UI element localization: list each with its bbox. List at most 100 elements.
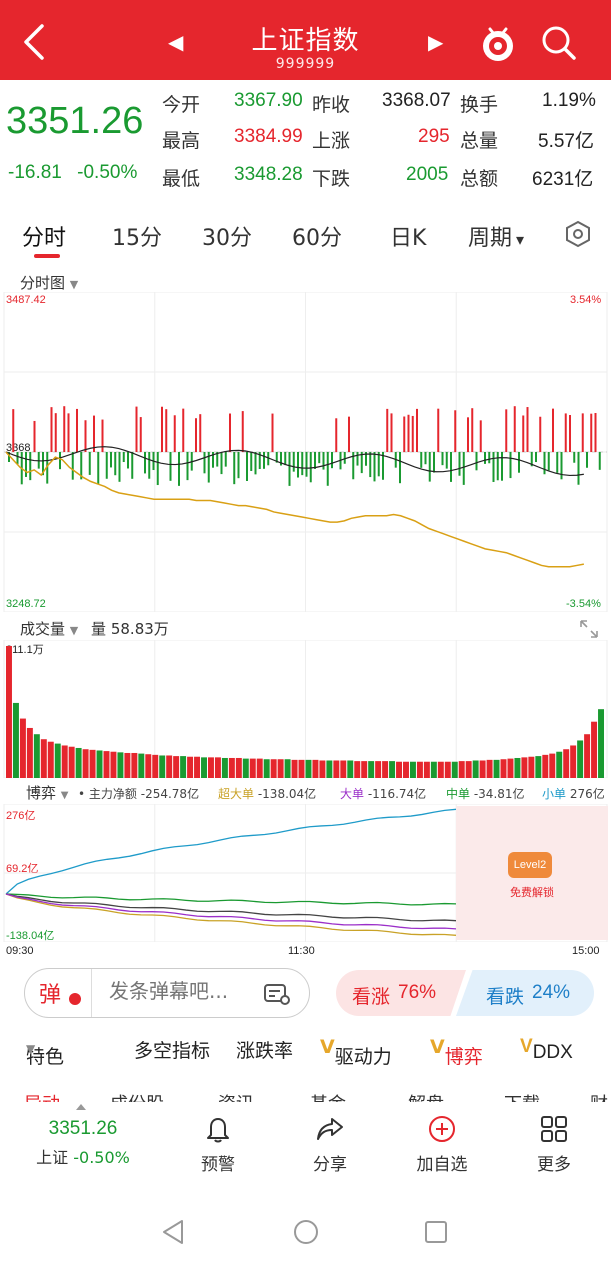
open-label: 今开 xyxy=(162,94,201,116)
caret-up-icon xyxy=(76,1104,86,1110)
sell-flow-bar xyxy=(122,452,125,463)
sell-flow-bar xyxy=(220,452,223,475)
volume-bar-up xyxy=(214,757,221,778)
tab-30min[interactable]: 30分 xyxy=(202,220,252,252)
sell-flow-bar xyxy=(263,452,265,469)
tab-60min[interactable]: 60分 xyxy=(292,220,342,252)
volume-bar-up xyxy=(124,752,131,778)
stock-code: 999999 xyxy=(275,56,336,72)
search-icon[interactable] xyxy=(540,24,578,62)
news-tab-anomaly[interactable]: 异动 xyxy=(24,1090,60,1102)
volume-bar-down xyxy=(577,740,584,778)
tab-15min[interactable]: 15分 xyxy=(112,220,162,252)
robot-assistant-icon[interactable] xyxy=(478,24,518,64)
volume-bar-up xyxy=(40,739,47,778)
danmu-input[interactable] xyxy=(109,979,259,1003)
volume-chart[interactable] xyxy=(0,640,611,778)
more-label: 更多 xyxy=(537,1155,571,1175)
sell-flow-bar xyxy=(326,452,329,486)
legend-large-value: -116.74亿 xyxy=(367,787,427,801)
legend-main-icon: • xyxy=(78,787,89,801)
nav-home-icon[interactable] xyxy=(292,1218,320,1246)
volume-bar-up xyxy=(403,761,409,778)
low-label: 最低 xyxy=(162,168,201,190)
indicator-long-short[interactable]: 多空指标 xyxy=(134,1036,210,1063)
decliners-label: 下跌 xyxy=(312,168,351,190)
v-icon: V xyxy=(320,1036,335,1058)
nav-back-icon[interactable] xyxy=(160,1218,188,1246)
alert-button[interactable]: 预警 xyxy=(178,1114,258,1175)
sell-flow-bar xyxy=(556,452,559,473)
volume-bar-up xyxy=(47,741,54,778)
mini-ticker[interactable]: 3351.26 上证 -0.50% xyxy=(28,1118,138,1168)
volume-bar-up xyxy=(298,759,305,778)
volume-bar-up xyxy=(173,756,180,778)
sell-flow-bar xyxy=(224,452,227,467)
buy-flow-bar xyxy=(552,408,554,452)
news-tab-analysis[interactable]: 解盘 xyxy=(408,1090,444,1102)
sell-flow-bar xyxy=(458,452,461,476)
vote-up-button[interactable]: 看涨 76% xyxy=(336,970,466,1016)
sell-flow-bar xyxy=(399,452,401,484)
legend-super-large-value: -138.04亿 xyxy=(257,787,317,801)
tab-period[interactable]: 周期 ▾ xyxy=(468,220,524,252)
sell-flow-bar xyxy=(586,452,588,468)
level2-badge: Level2 xyxy=(508,852,552,878)
share-button[interactable]: 分享 xyxy=(290,1114,370,1175)
legend-large: 大单 -116.74亿 xyxy=(340,785,426,802)
settings-hexagon-icon[interactable] xyxy=(564,220,592,248)
indicator-ddx-label: DDX xyxy=(532,1042,573,1063)
danmu-toggle-button[interactable]: 弹 xyxy=(39,977,61,1009)
sell-flow-bar xyxy=(186,452,189,481)
page-title: 上证指数 xyxy=(251,26,360,56)
intraday-chart-label[interactable]: 分时图 ▼ xyxy=(20,272,78,293)
volume-bar-up xyxy=(333,760,340,778)
news-tab-constituents[interactable]: 成份股 xyxy=(110,1090,164,1102)
flow-label[interactable]: 博弈 ▼ xyxy=(26,782,69,803)
buy-flow-bar xyxy=(139,417,142,452)
chevron-down-icon: ▼ xyxy=(69,624,79,637)
news-tab-funds[interactable]: 基金 xyxy=(310,1090,346,1102)
danmu-settings-icon[interactable] xyxy=(263,982,291,1006)
top-bar: ◀ 上证指数 999999 ▶ xyxy=(0,0,611,80)
volume-bar-up xyxy=(375,761,382,778)
tab-daily-k[interactable]: 日K xyxy=(390,220,426,252)
news-tab-download[interactable]: 下载 xyxy=(504,1090,540,1102)
volume-bar-up xyxy=(500,759,507,778)
danmu-bar: 弹 xyxy=(24,968,310,1018)
expand-icon[interactable] xyxy=(578,618,600,640)
level2-overlay[interactable]: Level2 免费解锁 xyxy=(456,806,608,940)
volume-bar-up xyxy=(528,756,535,778)
volume-bar-down xyxy=(514,757,521,778)
news-tab-finance[interactable]: 财 xyxy=(590,1090,608,1102)
sell-flow-bar xyxy=(169,452,172,481)
volume-bar-down xyxy=(138,753,145,778)
sell-flow-bar xyxy=(148,452,151,479)
volume-bar-down xyxy=(409,761,416,778)
sell-flow-bar xyxy=(71,452,74,480)
volume-bar-down xyxy=(117,752,124,778)
period-tabs: 分时 15分 30分 60分 日K 周期 ▾ xyxy=(0,208,611,264)
vote-down-button[interactable]: 看跌 24% xyxy=(456,970,594,1016)
open-value: 3367.90 xyxy=(234,90,303,111)
nav-recents-icon[interactable] xyxy=(422,1218,450,1246)
volume-label[interactable]: 成交量 ▼ 量 58.83万 xyxy=(20,618,169,639)
buy-flow-bar xyxy=(165,409,168,452)
buy-flow-bar xyxy=(569,415,571,452)
add-watchlist-button[interactable]: 加自选 xyxy=(402,1114,482,1175)
volume-bar-up xyxy=(382,761,389,778)
volume-bar-up xyxy=(256,758,263,778)
indicator-game[interactable]: V 博弈 xyxy=(430,1036,483,1068)
tab-intraday[interactable]: 分时 xyxy=(22,220,66,252)
news-tab-news[interactable]: 资讯 xyxy=(218,1090,254,1102)
next-stock-arrow-icon[interactable]: ▶ xyxy=(428,30,443,54)
intraday-chart[interactable] xyxy=(0,292,611,612)
indicator-drive[interactable]: V 驱动力 xyxy=(320,1036,392,1068)
buy-flow-bar xyxy=(135,406,138,452)
amount-value: 6231亿 xyxy=(532,169,594,190)
buy-flow-bar xyxy=(522,415,525,452)
indicator-adv-dec[interactable]: 涨跌率 xyxy=(236,1036,293,1063)
more-button[interactable]: 更多 xyxy=(514,1114,594,1175)
volume-bar-up xyxy=(26,727,33,778)
indicator-ddx[interactable]: V DDX xyxy=(520,1036,573,1063)
